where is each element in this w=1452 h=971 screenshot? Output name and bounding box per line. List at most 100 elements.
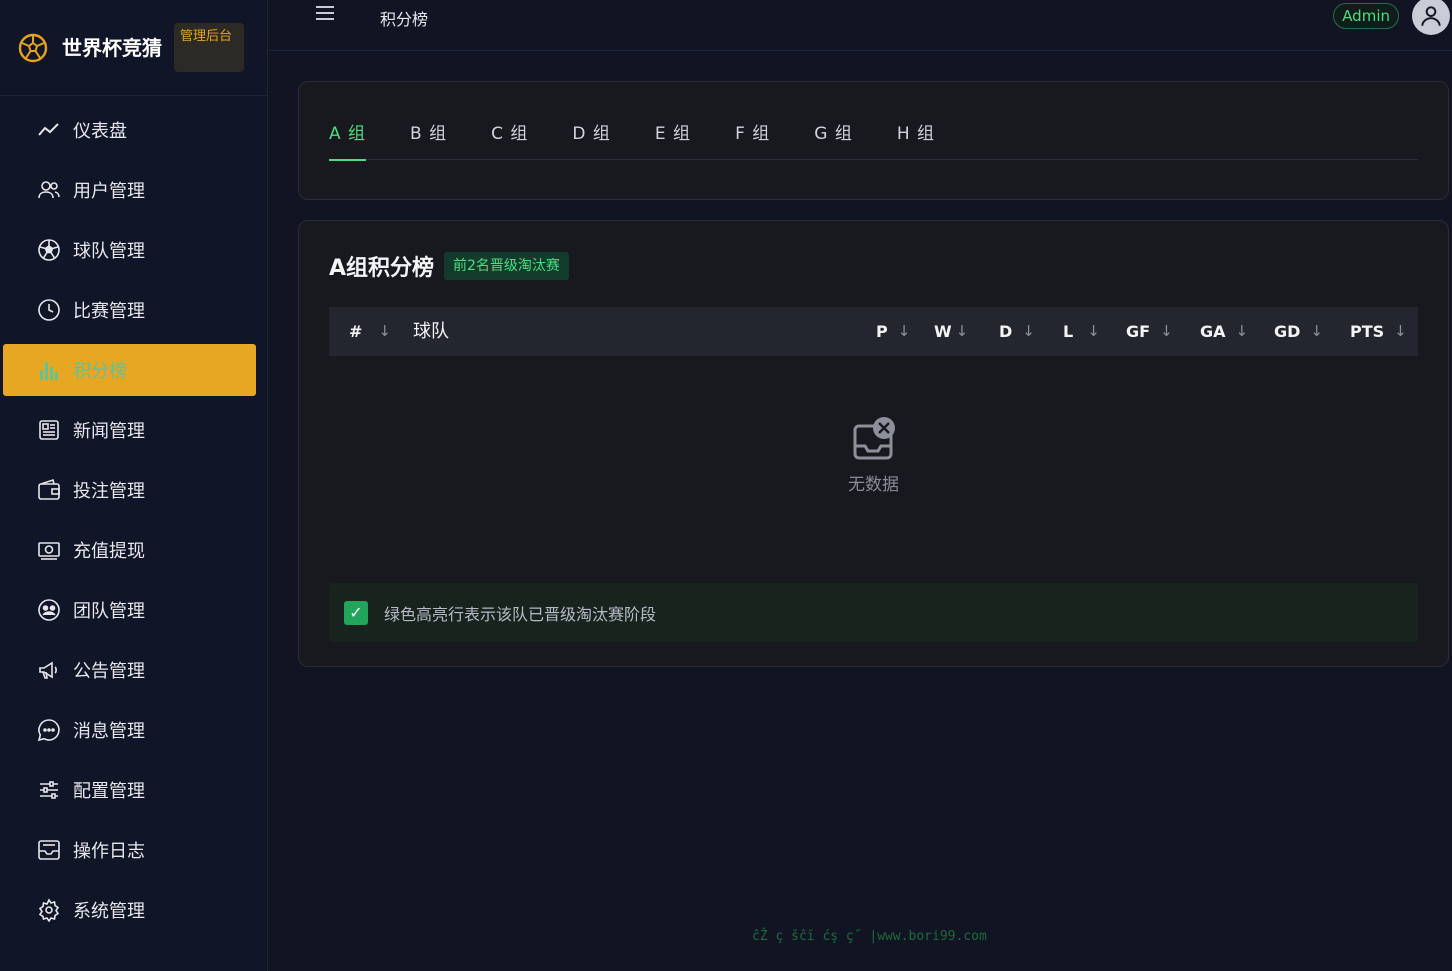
sidebar-item-label: 配置管理 — [73, 781, 145, 802]
sidebar-item-standings[interactable]: 积分榜 — [3, 344, 256, 396]
sidebar-item-team-management[interactable]: 团队管理 — [3, 584, 256, 636]
menu-toggle-icon[interactable] — [316, 6, 338, 26]
column-team: 球队 — [413, 321, 449, 342]
inbox-icon — [36, 837, 62, 863]
sidebar-item-label: 球队管理 — [73, 241, 145, 262]
column-goals-against[interactable]: GA ↓ — [1200, 307, 1248, 356]
group-tabs-card: A 组 B 组 C 组 D 组 E 组 F 组 G 组 H 组 — [298, 81, 1449, 200]
sidebar-item-system[interactable]: 系统管理 — [3, 884, 256, 936]
column-label: W — [934, 322, 952, 341]
column-label: D — [999, 322, 1013, 341]
team-icon — [36, 597, 62, 623]
column-label: # — [349, 322, 363, 341]
empty-state: 无数据 — [329, 356, 1418, 566]
sidebar-nav: 仪表盘 用户管理 球队管理 比赛管理 积分榜 新闻管理 投注管理 充值提现 团队… — [0, 96, 267, 936]
tab-group-e[interactable]: E 组 — [655, 121, 691, 160]
column-lost[interactable]: L ↓ — [1063, 307, 1100, 356]
brand: 世界杯竞猜 管理后台 — [0, 0, 267, 96]
table-header: # ↓ 球队 P ↓ W ↓ D ↓ L ↓ GF ↓ GA ↓ GD ↓ PT… — [329, 307, 1418, 356]
sidebar-item-messages[interactable]: 消息管理 — [3, 704, 256, 756]
column-points[interactable]: PTS ↓ — [1350, 307, 1407, 356]
sidebar-item-announcements[interactable]: 公告管理 — [3, 644, 256, 696]
top-header: 积分榜 Admin — [268, 0, 1452, 51]
standings-title: A组积分榜 — [329, 256, 435, 281]
breadcrumb: 积分榜 — [380, 10, 429, 29]
group-tabs: A 组 B 组 C 组 D 组 E 组 F 组 G 组 H 组 — [329, 121, 1418, 161]
chat-icon — [36, 717, 62, 743]
sort-arrow-icon[interactable]: ↓ — [1087, 307, 1100, 356]
tab-group-c[interactable]: C 组 — [491, 121, 528, 160]
sliders-icon — [36, 777, 62, 803]
column-drawn[interactable]: D ↓ — [999, 307, 1035, 356]
sidebar-item-label: 操作日志 — [73, 841, 145, 862]
sidebar-item-label: 比赛管理 — [73, 301, 145, 322]
bar-chart-icon — [36, 357, 62, 383]
user-role-tag: Admin — [1333, 3, 1399, 29]
sidebar-item-label: 充值提现 — [73, 541, 145, 562]
sidebar-item-matches[interactable]: 比赛管理 — [3, 284, 256, 336]
sort-arrow-icon[interactable]: ↓ — [1310, 307, 1323, 356]
megaphone-icon — [36, 657, 62, 683]
column-label: GA — [1200, 322, 1226, 341]
column-won[interactable]: W ↓ — [934, 307, 968, 356]
sidebar-item-users[interactable]: 用户管理 — [3, 164, 256, 216]
wallet-icon — [36, 477, 62, 503]
column-label: PTS — [1350, 322, 1385, 341]
sort-arrow-icon[interactable]: ↓ — [1160, 307, 1173, 356]
sort-arrow-icon[interactable]: ↓ — [1394, 307, 1407, 356]
empty-inbox-icon — [852, 416, 896, 462]
brand-badge: 管理后台 — [174, 23, 244, 72]
gear-icon — [36, 897, 62, 923]
tab-group-f[interactable]: F 组 — [735, 121, 770, 160]
tab-group-d[interactable]: D 组 — [572, 121, 611, 160]
column-goals-for[interactable]: GF ↓ — [1126, 307, 1173, 356]
column-label: P — [876, 322, 888, 341]
column-label: GF — [1126, 322, 1151, 341]
newspaper-icon — [36, 417, 62, 443]
tab-group-h[interactable]: H 组 — [897, 121, 935, 160]
tab-group-b[interactable]: B 组 — [410, 121, 447, 160]
soccer-ball-icon — [36, 237, 62, 263]
sort-arrow-icon[interactable]: ↓ — [1022, 307, 1035, 356]
sidebar-item-label: 新闻管理 — [73, 421, 145, 442]
column-goal-diff[interactable]: GD ↓ — [1274, 307, 1323, 356]
column-label: GD — [1274, 322, 1301, 341]
sort-arrow-icon[interactable]: ↓ — [898, 307, 911, 356]
sidebar-item-label: 仪表盘 — [73, 121, 127, 142]
sidebar-item-news[interactable]: 新闻管理 — [3, 404, 256, 456]
column-played[interactable]: P ↓ — [876, 307, 910, 356]
sidebar-item-label: 系统管理 — [73, 901, 145, 922]
sidebar-item-label: 用户管理 — [73, 181, 145, 202]
sort-arrow-icon[interactable]: ↓ — [1236, 307, 1249, 356]
tab-group-g[interactable]: G 组 — [814, 121, 853, 160]
sort-arrow-icon[interactable]: ↓ — [956, 307, 969, 356]
clock-icon — [36, 297, 62, 323]
column-label: L — [1063, 322, 1074, 341]
empty-text: 无数据 — [848, 475, 899, 495]
checkmark-icon: ✓ — [344, 600, 368, 625]
sidebar-item-dashboard[interactable]: 仪表盘 — [3, 104, 256, 156]
footer-watermark: ĉŽ ç šĉĭ ćş ç˝ |www.bori99.com — [752, 929, 987, 944]
note-text: 绿色高亮行表示该队已晋级淘汰赛阶段 — [384, 604, 657, 624]
qualify-badge: 前2名晋级淘汰赛 — [444, 252, 569, 280]
sidebar-item-label: 消息管理 — [73, 721, 145, 742]
column-rank[interactable]: # ↓ — [349, 307, 391, 356]
chart-line-icon — [36, 117, 62, 143]
brand-title: 世界杯竞猜 — [62, 35, 162, 60]
standings-card: A组积分榜 前2名晋级淘汰赛 # ↓ 球队 P ↓ W ↓ D ↓ L ↓ GF… — [298, 220, 1449, 667]
sidebar-item-label: 积分榜 — [73, 361, 127, 382]
sidebar-item-label: 公告管理 — [73, 661, 145, 682]
sidebar-item-recharge-withdraw[interactable]: 充值提现 — [3, 524, 256, 576]
sort-arrow-icon[interactable]: ↓ — [378, 307, 391, 356]
sidebar-item-label: 投注管理 — [73, 481, 145, 502]
sidebar-item-operation-log[interactable]: 操作日志 — [3, 824, 256, 876]
sidebar-item-label: 团队管理 — [73, 601, 145, 622]
qualify-note: ✓ 绿色高亮行表示该队已晋级淘汰赛阶段 — [329, 583, 1418, 642]
sidebar-item-teams[interactable]: 球队管理 — [3, 224, 256, 276]
avatar[interactable] — [1412, 0, 1450, 35]
tab-group-a[interactable]: A 组 — [329, 121, 367, 161]
sidebar-item-bets[interactable]: 投注管理 — [3, 464, 256, 516]
sidebar-item-config[interactable]: 配置管理 — [3, 764, 256, 816]
users-icon — [36, 177, 62, 203]
sidebar: 世界杯竞猜 管理后台 仪表盘 用户管理 球队管理 比赛管理 积分榜 新闻管理 投… — [0, 0, 268, 971]
